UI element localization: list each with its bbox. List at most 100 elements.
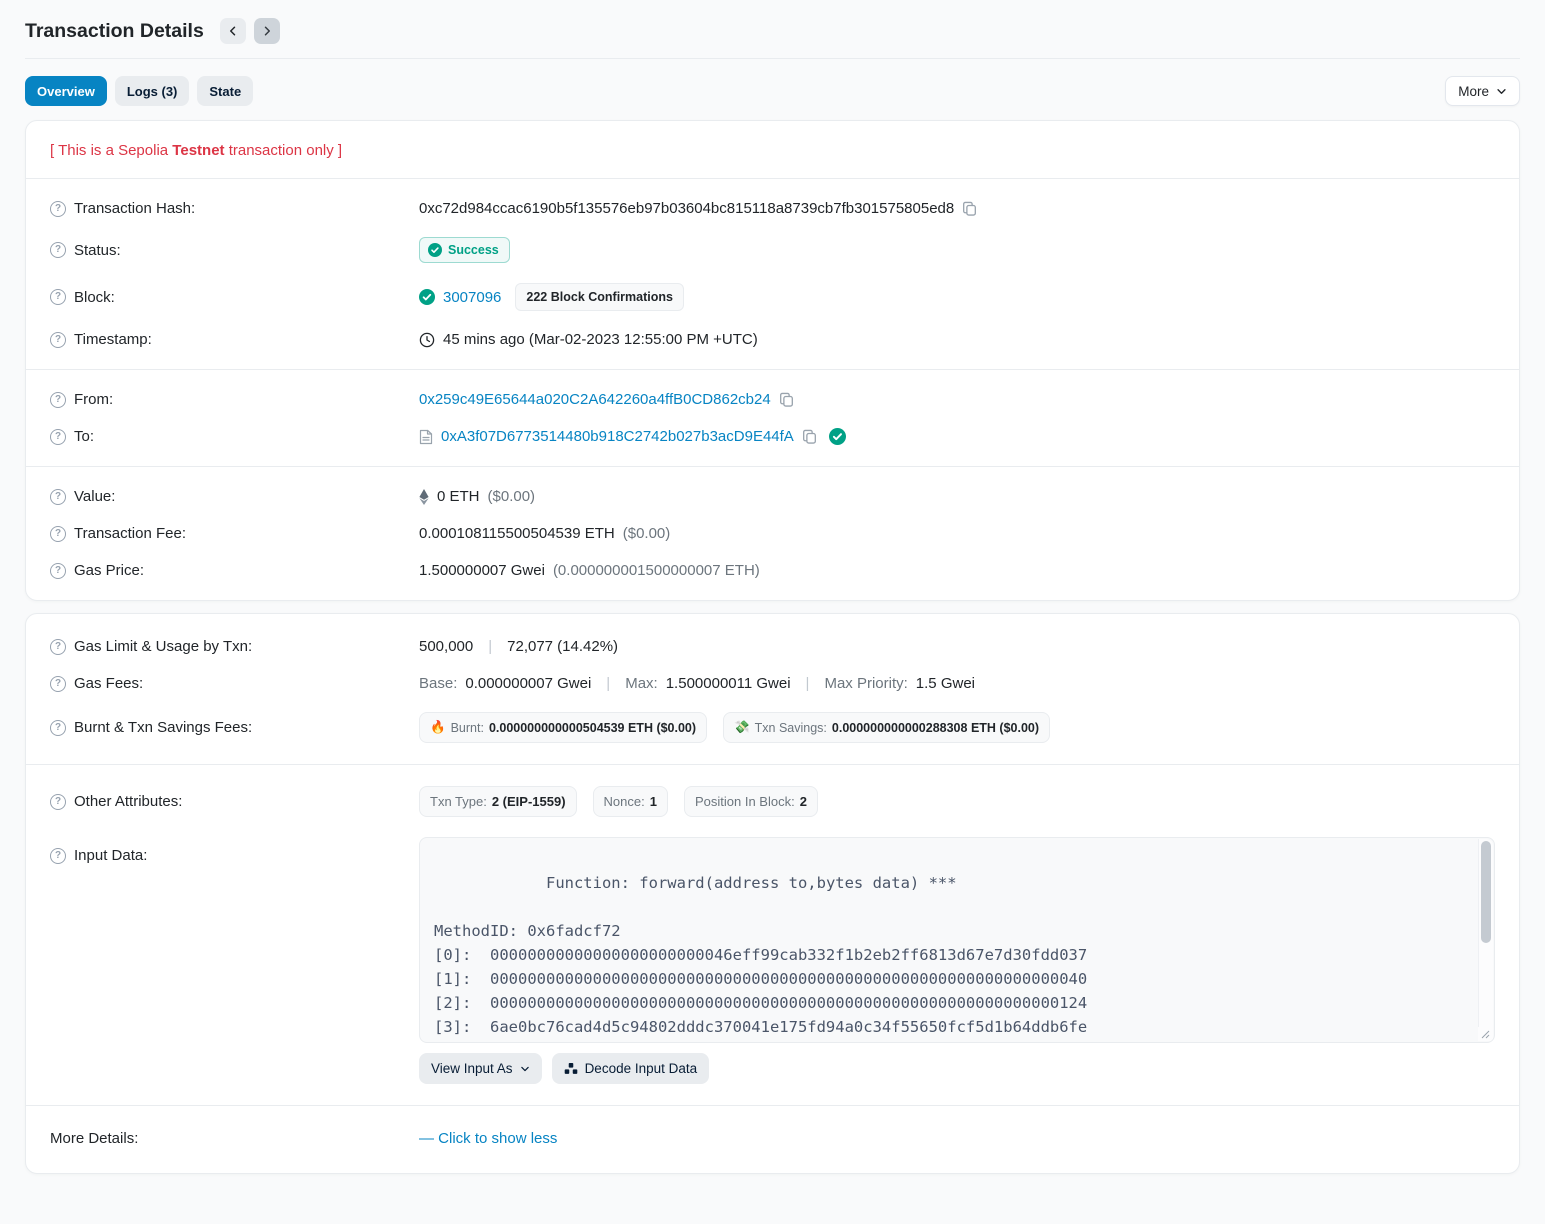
txn-type-badge: Txn Type: 2 (EIP-1559) [419, 786, 577, 817]
gas-limit-value: 500,000 [419, 638, 473, 655]
testnet-warning-prefix: [ This is a Sepolia [50, 142, 172, 159]
help-icon[interactable]: ? [50, 720, 66, 736]
transaction-hash-label-group: ? Transaction Hash: [50, 200, 419, 217]
block-label: Block: [74, 289, 115, 306]
transaction-details-page: Transaction Details Overview Logs (3) St… [0, 0, 1545, 1174]
gas-limit-label: Gas Limit & Usage by Txn: [74, 638, 252, 655]
block-row: ? Block: 3007096 222 Block Confirmations [50, 273, 1495, 321]
testnet-warning-section: [ This is a Sepolia Testnet transaction … [26, 121, 1519, 178]
copy-to-address-button[interactable] [802, 429, 817, 444]
tab-state[interactable]: State [197, 76, 253, 106]
separator: | [806, 675, 810, 692]
chevron-left-icon [227, 25, 239, 37]
help-icon[interactable]: ? [50, 332, 66, 348]
help-icon[interactable]: ? [50, 242, 66, 258]
help-icon[interactable]: ? [50, 429, 66, 445]
hash-status-block-section: ? Transaction Hash: 0xc72d984ccac6190b5f… [26, 178, 1519, 369]
transaction-fee-label: Transaction Fee: [74, 525, 186, 542]
other-attributes-value-group: Txn Type: 2 (EIP-1559) Nonce: 1 Position… [419, 786, 1495, 817]
block-number-link[interactable]: 3007096 [443, 289, 501, 306]
status-label-group: ? Status: [50, 242, 419, 259]
burnt-fees-row: ? Burnt & Txn Savings Fees: 🔥 Burnt: 0.0… [50, 702, 1495, 753]
check-circle-icon [428, 243, 442, 257]
from-address-link[interactable]: 0x259c49E65644a020C2A642260a4ffB0CD862cb… [419, 391, 771, 408]
status-label: Status: [74, 242, 121, 259]
scrollbar-thumb[interactable] [1481, 841, 1491, 943]
show-less-link[interactable]: — Click to show less [419, 1130, 557, 1147]
status-badge-label: Success [448, 243, 499, 257]
timestamp-label: Timestamp: [74, 331, 152, 348]
transaction-fee-usd: ($0.00) [623, 525, 671, 542]
more-dropdown-label: More [1458, 84, 1489, 99]
gas-price-label-group: ? Gas Price: [50, 562, 419, 579]
gas-limit-label-group: ? Gas Limit & Usage by Txn: [50, 638, 419, 655]
overview-card: [ This is a Sepolia Testnet transaction … [25, 120, 1520, 601]
help-icon[interactable]: ? [50, 201, 66, 217]
gas-limit-row: ? Gas Limit & Usage by Txn: 500,000 | 72… [50, 628, 1495, 665]
to-label-group: ? To: [50, 428, 419, 445]
help-icon[interactable]: ? [50, 392, 66, 408]
to-row: ? To: 0xA3f07D6773514480b918C2742b027b3a… [50, 418, 1495, 455]
tabs-group: Overview Logs (3) State [25, 76, 253, 106]
chevron-down-icon [1496, 86, 1507, 97]
txn-savings-badge-value: 0.000000000000288308 ETH ($0.00) [832, 721, 1039, 735]
gas-fees-row: ? Gas Fees: Base: 0.000000007 Gwei | Max… [50, 665, 1495, 702]
tab-overview[interactable]: Overview [25, 76, 107, 106]
help-icon[interactable]: ? [50, 848, 66, 864]
chevron-down-icon [520, 1064, 530, 1074]
timestamp-row: ? Timestamp: 45 mins ago (Mar-02-2023 12… [50, 321, 1495, 358]
clock-icon [419, 332, 435, 348]
transaction-fee-row: ? Transaction Fee: 0.000108115500504539 … [50, 515, 1495, 552]
verified-check-icon [829, 428, 846, 445]
position-in-block-badge-label: Position In Block: [695, 794, 795, 809]
transaction-fee-value-group: 0.000108115500504539 ETH ($0.00) [419, 525, 1495, 542]
gas-section: ? Gas Limit & Usage by Txn: 500,000 | 72… [26, 614, 1519, 764]
resize-handle-icon[interactable] [1478, 1027, 1493, 1041]
help-icon[interactable]: ? [50, 489, 66, 505]
input-data-textarea[interactable]: Function: forward(address to,bytes data)… [419, 837, 1495, 1043]
gas-fees-label-group: ? Gas Fees: [50, 675, 419, 692]
copy-icon [779, 392, 794, 407]
gas-usage-value: 72,077 (14.42%) [507, 638, 618, 655]
nonce-badge-value: 1 [650, 794, 657, 809]
gas-price-row: ? Gas Price: 1.500000007 Gwei (0.0000000… [50, 552, 1495, 589]
help-icon[interactable]: ? [50, 526, 66, 542]
view-input-as-button[interactable]: View Input As [419, 1053, 542, 1084]
value-value-group: 0 ETH ($0.00) [419, 488, 1495, 505]
copy-icon [962, 201, 977, 216]
next-transaction-button[interactable] [254, 18, 280, 44]
tab-logs[interactable]: Logs (3) [115, 76, 190, 106]
copy-transaction-hash-button[interactable] [962, 201, 977, 216]
more-dropdown-button[interactable]: More [1445, 76, 1520, 106]
txn-savings-badge: 💸 Txn Savings: 0.000000000000288308 ETH … [723, 712, 1050, 743]
transaction-hash-row: ? Transaction Hash: 0xc72d984ccac6190b5f… [50, 190, 1495, 227]
from-label: From: [74, 391, 113, 408]
check-circle-icon [419, 289, 435, 305]
decode-input-data-label: Decode Input Data [585, 1061, 698, 1076]
position-in-block-badge-value: 2 [800, 794, 807, 809]
help-icon[interactable]: ? [50, 563, 66, 579]
gas-price-label: Gas Price: [74, 562, 144, 579]
value-usd: ($0.00) [488, 488, 536, 505]
max-priority-fee-label: Max Priority: [824, 675, 907, 692]
copy-icon [802, 429, 817, 444]
fire-icon: 🔥 [430, 720, 446, 735]
nonce-badge-label: Nonce: [604, 794, 645, 809]
help-icon[interactable]: ? [50, 289, 66, 305]
help-icon[interactable]: ? [50, 639, 66, 655]
help-icon[interactable]: ? [50, 794, 66, 810]
money-wings-icon: 💸 [734, 720, 750, 735]
block-label-group: ? Block: [50, 289, 419, 306]
help-icon[interactable]: ? [50, 676, 66, 692]
gas-price-value-group: 1.500000007 Gwei (0.000000001500000007 E… [419, 562, 1495, 579]
decode-input-data-button[interactable]: Decode Input Data [552, 1053, 710, 1084]
gas-fees-value-group: Base: 0.000000007 Gwei | Max: 1.50000001… [419, 675, 1495, 692]
from-row: ? From: 0x259c49E65644a020C2A642260a4ffB… [50, 381, 1495, 418]
tabs-bar: Overview Logs (3) State More [25, 76, 1520, 106]
page-title: Transaction Details [25, 20, 204, 43]
eth-diamond-icon [419, 489, 429, 505]
copy-from-address-button[interactable] [779, 392, 794, 407]
to-address-link[interactable]: 0xA3f07D6773514480b918C2742b027b3acD9E44… [441, 428, 794, 445]
previous-transaction-button[interactable] [220, 18, 246, 44]
transaction-hash-label: Transaction Hash: [74, 200, 195, 217]
